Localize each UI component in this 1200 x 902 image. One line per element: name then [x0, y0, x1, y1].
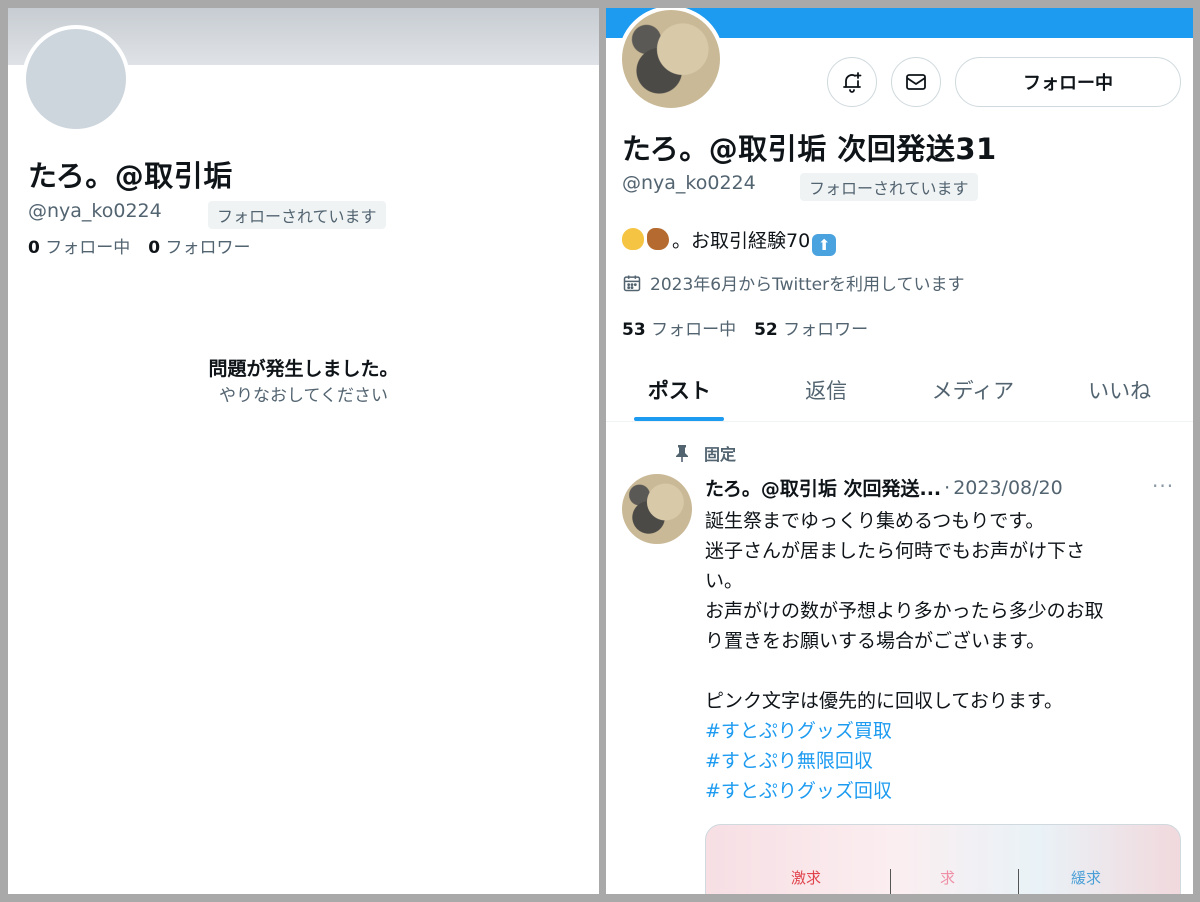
media-divider	[1018, 869, 1019, 894]
tweet-line: 誕生祭までゆっくり集めるつもりです。	[705, 510, 1045, 532]
following-label: フォロー中	[651, 320, 737, 340]
cat-face-icon	[622, 228, 644, 250]
followers-count: 0	[148, 238, 161, 258]
followers-count: 52	[754, 320, 778, 340]
display-name: たろ。@取引垢	[28, 159, 233, 193]
avatar-placeholder[interactable]	[22, 25, 130, 133]
tab-likes[interactable]: いいね	[1046, 358, 1193, 421]
followers-link[interactable]: 52 フォロワー	[754, 320, 868, 340]
hashtag-link[interactable]: #すとぷりグッズ買取	[705, 716, 1185, 746]
follow-counts: 53 フォロー中 52 フォロワー	[622, 315, 868, 340]
follows-you-badge: フォローされています	[208, 201, 386, 229]
media-text: 求	[940, 869, 956, 887]
tweet-line: り置きをお願いする場合がございます。	[705, 630, 1046, 652]
profile-bio: 。お取引経験70 ⬆	[622, 226, 839, 256]
hashtag-link[interactable]: #すとぷりグッズ回収	[705, 776, 1185, 806]
tweet-date[interactable]: 2023/08/20	[953, 477, 1063, 499]
tweet-line: 迷子さんが居ましたら何時でもお声がけ下さ	[705, 540, 1086, 562]
bio-text: 。お取引経験70	[672, 230, 811, 252]
media-divider	[890, 869, 891, 894]
tweet-line: お声がけの数が予想より多かったら多少のお取	[705, 600, 1104, 622]
media-text: 激求	[791, 869, 822, 887]
right-profile-panel: フォロー中 たろ。@取引垢 次回発送31 @nya_ko0224 フォローされて…	[606, 8, 1193, 894]
tweet-author-name[interactable]: たろ。@取引垢 次回発送...	[705, 474, 941, 501]
bell-plus-icon	[843, 72, 862, 93]
display-name: たろ。@取引垢 次回発送31	[622, 132, 997, 166]
following-link[interactable]: 53 フォロー中	[622, 320, 736, 340]
tweet-author-avatar[interactable]	[622, 474, 692, 544]
profile-tabs: ポスト 返信 メディア いいね	[606, 358, 1193, 422]
pinned-label: 固定	[704, 445, 737, 464]
up-arrow-icon: ⬆	[812, 234, 837, 256]
follows-you-badge: フォローされています	[800, 173, 978, 201]
error-retry-link[interactable]: やりなおしてください	[8, 381, 599, 406]
calendar-icon	[623, 275, 641, 291]
tweet-separator: ·	[944, 476, 951, 499]
tab-media[interactable]: メディア	[900, 358, 1047, 421]
tweet-media-image[interactable]: 激求 求 緩求	[705, 824, 1181, 894]
followers-label: フォロワー	[783, 320, 869, 340]
following-label: フォロー中	[45, 238, 131, 258]
user-handle: @nya_ko0224	[622, 172, 756, 194]
pin-icon	[676, 445, 688, 462]
joined-date: 2023年6月からTwitterを利用しています	[622, 270, 965, 295]
avatar[interactable]	[618, 8, 724, 112]
followers-label: フォロワー	[165, 238, 251, 258]
message-button[interactable]	[891, 57, 941, 107]
following-count: 0	[28, 238, 40, 258]
following-link[interactable]: 0 フォロー中	[28, 238, 130, 258]
tweet-line: い。	[705, 570, 744, 592]
envelope-icon	[906, 74, 926, 90]
following-button[interactable]: フォロー中	[955, 57, 1181, 107]
notify-bell-button[interactable]	[827, 57, 877, 107]
more-options-icon[interactable]: ···	[1152, 474, 1174, 498]
tweet-header: たろ。@取引垢 次回発送... · 2023/08/20	[705, 474, 1063, 501]
chipmunk-icon	[647, 228, 669, 250]
tab-replies[interactable]: 返信	[753, 358, 900, 421]
followers-link[interactable]: 0 フォロワー	[148, 238, 250, 258]
tweet-body: 誕生祭までゆっくり集めるつもりです。 迷子さんが居ましたら何時でもお声がけ下さ …	[705, 506, 1185, 806]
pinned-indicator: 固定	[674, 441, 736, 465]
hashtag-link[interactable]: #すとぷり無限回収	[705, 746, 1185, 776]
following-count: 53	[622, 320, 646, 340]
error-title: 問題が発生しました。	[208, 358, 399, 380]
joined-text: 2023年6月からTwitterを利用しています	[650, 275, 965, 295]
media-text: 緩求	[1071, 869, 1102, 887]
left-profile-panel: たろ。@取引垢 @nya_ko0224 フォローされています 0 フォロー中 0 …	[8, 8, 599, 894]
tweet-line: ピンク文字は優先的に回収しております。	[705, 690, 1063, 712]
user-handle: @nya_ko0224	[28, 200, 162, 222]
tab-posts[interactable]: ポスト	[606, 358, 753, 421]
follow-counts: 0 フォロー中 0 フォロワー	[28, 233, 251, 258]
